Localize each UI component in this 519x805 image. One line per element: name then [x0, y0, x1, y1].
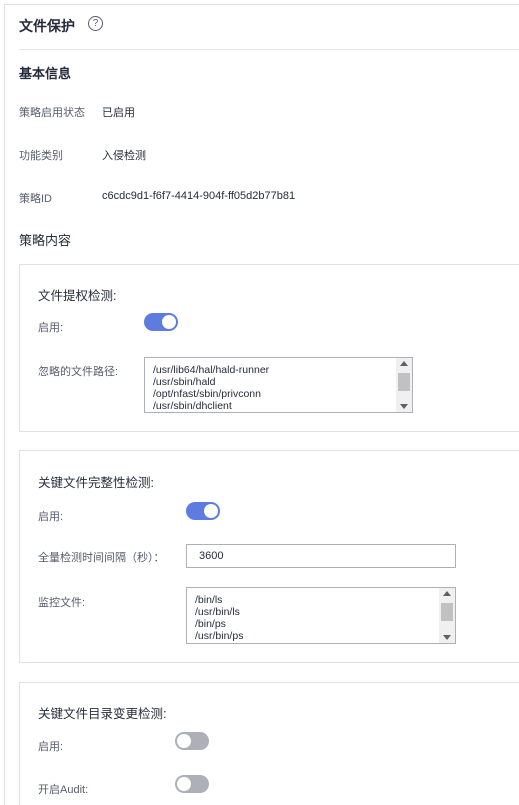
- scan-interval-value: 3600: [199, 550, 224, 562]
- toggle-knob: [204, 504, 218, 518]
- monitor-files-textarea[interactable]: /bin/ls /usr/bin/ls /bin/ps /usr/bin/ps: [186, 587, 456, 644]
- directory-change-enable-label: 启用:: [38, 741, 64, 753]
- file-integrity-panel: 关键文件完整性检测: 启用: 全量检测时间间隔（秒）： 3600 监控文件: /…: [19, 450, 519, 663]
- ignore-paths-textarea[interactable]: /usr/lib64/hal/hald-runner /usr/sbin/hal…: [144, 357, 413, 413]
- policy-id-label: 策略ID: [19, 193, 52, 205]
- file-integrity-enable-label: 启用:: [38, 511, 64, 523]
- policy-content-title: 策略内容: [19, 233, 72, 248]
- scan-interval-input[interactable]: 3600: [186, 544, 456, 568]
- directory-change-panel: 关键文件目录变更检测: 启用: 开启Audit:: [19, 682, 519, 805]
- scroll-thumb[interactable]: [441, 603, 453, 621]
- audit-label: 开启Audit:: [38, 784, 89, 796]
- scan-interval-label: 全量检测时间间隔（秒）：: [38, 552, 165, 564]
- toggle-knob: [177, 777, 191, 791]
- scroll-thumb[interactable]: [398, 373, 410, 391]
- directory-change-title: 关键文件目录变更检测:: [38, 707, 167, 721]
- file-privilege-enable-toggle[interactable]: [144, 313, 178, 331]
- ignore-paths-scrollbar[interactable]: [396, 358, 412, 412]
- page-title: 文件保护: [19, 18, 75, 34]
- file-privilege-enable-label: 启用:: [38, 322, 64, 334]
- function-category-label: 功能类别: [19, 150, 63, 162]
- policy-status-label: 策略启用状态: [19, 107, 85, 119]
- monitor-files-scrollbar[interactable]: [439, 588, 455, 643]
- ignore-paths-text: /usr/lib64/hal/hald-runner /usr/sbin/hal…: [153, 364, 270, 412]
- directory-change-enable-toggle[interactable]: [175, 732, 209, 750]
- scroll-up-icon[interactable]: [400, 361, 408, 366]
- divider: [19, 49, 519, 50]
- scroll-up-icon[interactable]: [443, 591, 451, 596]
- file-privilege-title: 文件提权检测:: [38, 289, 117, 303]
- policy-id-value: c6cdc9d1-f6f7-4414-904f-ff05d2b77b81: [102, 190, 296, 202]
- file-integrity-enable-toggle[interactable]: [186, 502, 220, 520]
- monitor-files-label: 监控文件:: [38, 597, 86, 609]
- scroll-down-icon[interactable]: [443, 635, 451, 640]
- function-category-value: 入侵检测: [102, 150, 146, 162]
- policy-status-value: 已启用: [102, 107, 135, 119]
- file-privilege-panel: 文件提权检测: 启用: 忽略的文件路径: /usr/lib64/hal/hald…: [19, 264, 519, 432]
- scroll-down-icon[interactable]: [400, 404, 408, 409]
- help-icon[interactable]: ?: [88, 16, 103, 31]
- audit-toggle[interactable]: [175, 775, 209, 793]
- basic-info-title: 基本信息: [19, 66, 72, 81]
- toggle-knob: [177, 734, 191, 748]
- file-integrity-title: 关键文件完整性检测:: [38, 476, 154, 490]
- monitor-files-text: /bin/ls /usr/bin/ls /bin/ps /usr/bin/ps: [195, 594, 244, 642]
- toggle-knob: [162, 315, 176, 329]
- ignore-paths-label: 忽略的文件路径:: [38, 366, 119, 378]
